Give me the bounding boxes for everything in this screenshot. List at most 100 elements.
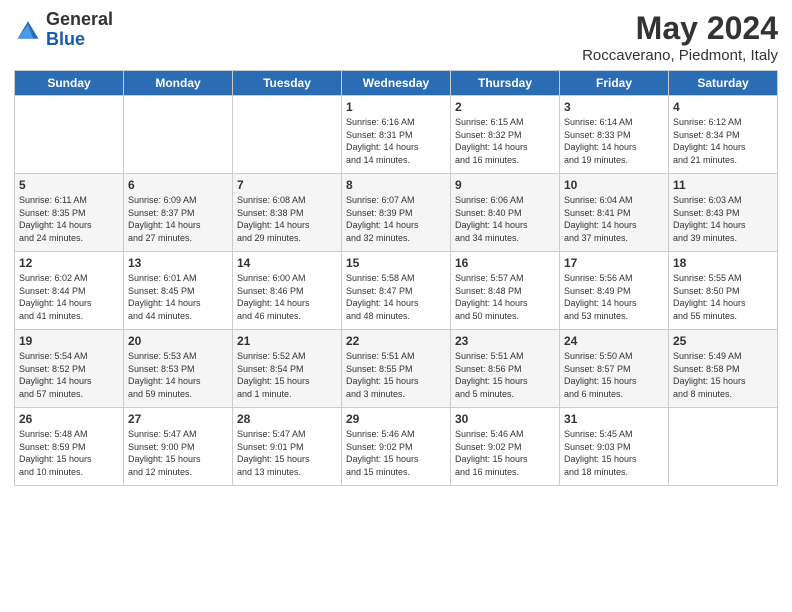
calendar-cell: 16Sunrise: 5:57 AM Sunset: 8:48 PM Dayli…	[451, 252, 560, 330]
logo: General Blue	[14, 10, 113, 50]
day-number: 27	[128, 412, 228, 426]
calendar-cell: 30 Sunrise: 5:46 AM Sunset: 9:02 PM Dayli…	[451, 408, 560, 486]
cell-content: Sunrise: 5:51 AM Sunset: 8:56 PM Dayligh…	[455, 350, 555, 400]
day-number: 30	[455, 412, 555, 426]
calendar-day-header: Tuesday	[233, 71, 342, 96]
calendar-cell	[669, 408, 778, 486]
cell-content: Sunrise: 6:11 AM Sunset: 8:35 PM Dayligh…	[19, 194, 119, 244]
calendar-cell: 7Sunrise: 6:08 AM Sunset: 8:38 PM Daylig…	[233, 174, 342, 252]
calendar-cell: 24 Sunrise: 5:50 AM Sunset: 8:57 PM Dayli…	[560, 330, 669, 408]
calendar-cell	[15, 96, 124, 174]
cell-content: Sunrise: 5:50 AM Sunset: 8:57 PM Dayligh…	[564, 350, 664, 400]
calendar-cell: 8Sunrise: 6:07 AM Sunset: 8:39 PM Daylig…	[342, 174, 451, 252]
cell-content: Sunrise: 5:52 AM Sunset: 8:54 PM Dayligh…	[237, 350, 337, 400]
calendar-day-header: Wednesday	[342, 71, 451, 96]
cell-content: Sunrise: 5:57 AM Sunset: 8:48 PM Dayligh…	[455, 272, 555, 322]
day-number: 7	[237, 178, 337, 192]
day-number: 22	[346, 334, 446, 348]
day-number: 2	[455, 100, 555, 114]
day-number: 12	[19, 256, 119, 270]
day-number: 10	[564, 178, 664, 192]
calendar-cell: 2 Sunrise: 6:15 AM Sunset: 8:32 PM Daylig…	[451, 96, 560, 174]
day-number: 18	[673, 256, 773, 270]
day-number: 23	[455, 334, 555, 348]
day-number: 8	[346, 178, 446, 192]
day-number: 14	[237, 256, 337, 270]
day-number: 28	[237, 412, 337, 426]
cell-content: Sunrise: 6:15 AM Sunset: 8:32 PM Dayligh…	[455, 116, 555, 166]
calendar-cell: 6 Sunrise: 6:09 AM Sunset: 8:37 PM Daylig…	[124, 174, 233, 252]
logo-blue-text: Blue	[46, 30, 113, 50]
cell-content: Sunrise: 5:51 AM Sunset: 8:55 PM Dayligh…	[346, 350, 446, 400]
calendar-cell: 5 Sunrise: 6:11 AM Sunset: 8:35 PM Daylig…	[15, 174, 124, 252]
day-number: 17	[564, 256, 664, 270]
calendar-cell: 18 Sunrise: 5:55 AM Sunset: 8:50 PM Dayli…	[669, 252, 778, 330]
calendar-cell	[124, 96, 233, 174]
calendar-cell: 10 Sunrise: 6:04 AM Sunset: 8:41 PM Dayli…	[560, 174, 669, 252]
day-number: 4	[673, 100, 773, 114]
cell-content: Sunrise: 5:58 AM Sunset: 8:47 PM Dayligh…	[346, 272, 446, 322]
cell-content: Sunrise: 5:46 AM Sunset: 9:02 PM Dayligh…	[455, 428, 555, 478]
day-number: 29	[346, 412, 446, 426]
calendar-cell: 4 Sunrise: 6:12 AM Sunset: 8:34 PM Daylig…	[669, 96, 778, 174]
header: General Blue May 2024 Roccaverano, Piedm…	[14, 10, 778, 64]
day-number: 19	[19, 334, 119, 348]
cell-content: Sunrise: 5:45 AM Sunset: 9:03 PM Dayligh…	[564, 428, 664, 478]
day-number: 6	[128, 178, 228, 192]
cell-content: Sunrise: 6:12 AM Sunset: 8:34 PM Dayligh…	[673, 116, 773, 166]
cell-content: Sunrise: 6:00 AM Sunset: 8:46 PM Dayligh…	[237, 272, 337, 322]
day-number: 15	[346, 256, 446, 270]
calendar-header-row: SundayMondayTuesdayWednesdayThursdayFrid…	[15, 71, 778, 96]
calendar-day-header: Saturday	[669, 71, 778, 96]
cell-content: Sunrise: 5:56 AM Sunset: 8:49 PM Dayligh…	[564, 272, 664, 322]
calendar-cell: 12Sunrise: 6:02 AM Sunset: 8:44 PM Dayli…	[15, 252, 124, 330]
calendar-week-row: 19 Sunrise: 5:54 AM Sunset: 8:52 PM Dayli…	[15, 330, 778, 408]
cell-content: Sunrise: 6:06 AM Sunset: 8:40 PM Dayligh…	[455, 194, 555, 244]
calendar-day-header: Sunday	[15, 71, 124, 96]
calendar-cell: 28Sunrise: 5:47 AM Sunset: 9:01 PM Dayli…	[233, 408, 342, 486]
day-number: 31	[564, 412, 664, 426]
cell-content: Sunrise: 5:46 AM Sunset: 9:02 PM Dayligh…	[346, 428, 446, 478]
calendar-cell: 25 Sunrise: 5:49 AM Sunset: 8:58 PM Dayli…	[669, 330, 778, 408]
logo-text: General Blue	[46, 10, 113, 50]
cell-content: Sunrise: 5:49 AM Sunset: 8:58 PM Dayligh…	[673, 350, 773, 400]
main-title: May 2024	[582, 10, 778, 47]
logo-general-text: General	[46, 10, 113, 30]
calendar-cell	[233, 96, 342, 174]
cell-content: Sunrise: 5:55 AM Sunset: 8:50 PM Dayligh…	[673, 272, 773, 322]
calendar-week-row: 1 Sunrise: 6:16 AM Sunset: 8:31 PM Daylig…	[15, 96, 778, 174]
calendar-day-header: Thursday	[451, 71, 560, 96]
cell-content: Sunrise: 6:01 AM Sunset: 8:45 PM Dayligh…	[128, 272, 228, 322]
cell-content: Sunrise: 5:53 AM Sunset: 8:53 PM Dayligh…	[128, 350, 228, 400]
calendar-cell: 9Sunrise: 6:06 AM Sunset: 8:40 PM Daylig…	[451, 174, 560, 252]
calendar-cell: 29 Sunrise: 5:46 AM Sunset: 9:02 PM Dayli…	[342, 408, 451, 486]
day-number: 1	[346, 100, 446, 114]
calendar-cell: 14 Sunrise: 6:00 AM Sunset: 8:46 PM Dayli…	[233, 252, 342, 330]
day-number: 13	[128, 256, 228, 270]
subtitle: Roccaverano, Piedmont, Italy	[582, 47, 778, 64]
day-number: 21	[237, 334, 337, 348]
calendar-cell: 23 Sunrise: 5:51 AM Sunset: 8:56 PM Dayli…	[451, 330, 560, 408]
cell-content: Sunrise: 6:04 AM Sunset: 8:41 PM Dayligh…	[564, 194, 664, 244]
calendar-cell: 11Sunrise: 6:03 AM Sunset: 8:43 PM Dayli…	[669, 174, 778, 252]
calendar-table: SundayMondayTuesdayWednesdayThursdayFrid…	[14, 70, 778, 486]
cell-content: Sunrise: 5:54 AM Sunset: 8:52 PM Dayligh…	[19, 350, 119, 400]
calendar-week-row: 26Sunrise: 5:48 AM Sunset: 8:59 PM Dayli…	[15, 408, 778, 486]
calendar-cell: 13 Sunrise: 6:01 AM Sunset: 8:45 PM Dayli…	[124, 252, 233, 330]
page: General Blue May 2024 Roccaverano, Piedm…	[0, 0, 792, 612]
day-number: 25	[673, 334, 773, 348]
cell-content: Sunrise: 5:48 AM Sunset: 8:59 PM Dayligh…	[19, 428, 119, 478]
calendar-cell: 31 Sunrise: 5:45 AM Sunset: 9:03 PM Dayli…	[560, 408, 669, 486]
calendar-cell: 19 Sunrise: 5:54 AM Sunset: 8:52 PM Dayli…	[15, 330, 124, 408]
calendar-cell: 26Sunrise: 5:48 AM Sunset: 8:59 PM Dayli…	[15, 408, 124, 486]
day-number: 24	[564, 334, 664, 348]
calendar-cell: 20Sunrise: 5:53 AM Sunset: 8:53 PM Dayli…	[124, 330, 233, 408]
calendar-cell: 22 Sunrise: 5:51 AM Sunset: 8:55 PM Dayli…	[342, 330, 451, 408]
calendar-cell: 15 Sunrise: 5:58 AM Sunset: 8:47 PM Dayli…	[342, 252, 451, 330]
calendar-cell: 3Sunrise: 6:14 AM Sunset: 8:33 PM Daylig…	[560, 96, 669, 174]
cell-content: Sunrise: 6:16 AM Sunset: 8:31 PM Dayligh…	[346, 116, 446, 166]
day-number: 3	[564, 100, 664, 114]
calendar-cell: 27Sunrise: 5:47 AM Sunset: 9:00 PM Dayli…	[124, 408, 233, 486]
cell-content: Sunrise: 6:09 AM Sunset: 8:37 PM Dayligh…	[128, 194, 228, 244]
day-number: 5	[19, 178, 119, 192]
